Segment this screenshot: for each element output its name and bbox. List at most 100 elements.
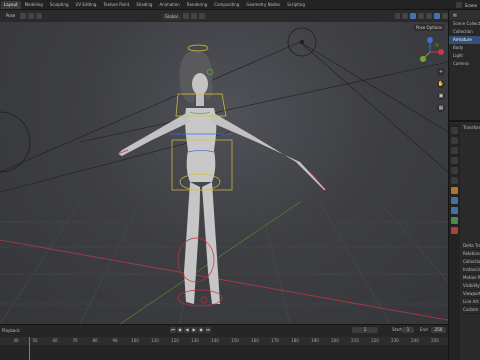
tool-tab-icon[interactable] bbox=[451, 127, 458, 134]
jump-end-icon[interactable]: ⏭ bbox=[205, 327, 211, 333]
outliner-row[interactable]: Camera bbox=[449, 60, 480, 68]
render-tab-icon[interactable] bbox=[451, 137, 458, 144]
tab-texture-paint[interactable]: Texture Paint bbox=[100, 1, 132, 9]
next-keyframe-icon[interactable]: ◆ bbox=[198, 327, 204, 333]
section-motion-paths[interactable]: Motion Paths bbox=[461, 274, 480, 282]
scene-label[interactable]: Scene bbox=[465, 3, 477, 8]
outliner-row[interactable]: Armature bbox=[449, 36, 480, 44]
tab-sculpting[interactable]: Sculpting bbox=[47, 1, 72, 9]
xray-icon[interactable] bbox=[418, 13, 425, 19]
object-tab-icon[interactable] bbox=[451, 187, 458, 194]
world-tab-icon[interactable] bbox=[451, 177, 458, 184]
scene-render bbox=[0, 27, 448, 324]
transform-orientation-select[interactable]: Global bbox=[162, 12, 181, 20]
view-layer-tab-icon[interactable] bbox=[451, 157, 458, 164]
overlay-toggle-icon[interactable] bbox=[410, 13, 417, 19]
keyframe-track[interactable] bbox=[0, 345, 448, 360]
ruler-tick: 120 bbox=[171, 338, 179, 343]
pan-hand-icon[interactable]: ✋ bbox=[437, 80, 445, 88]
start-frame-field[interactable]: 1 bbox=[402, 327, 414, 333]
ortho-toggle-icon[interactable]: ▦ bbox=[437, 104, 445, 112]
jump-start-icon[interactable]: ⏮ bbox=[170, 327, 176, 333]
physics-tab-icon[interactable] bbox=[451, 207, 458, 214]
ruler-tick: 160 bbox=[251, 338, 259, 343]
timeline[interactable]: Playback ⏮ ◆ ◀ ▶ ◆ ⏭ 1 Start 1 End 250 4… bbox=[0, 324, 448, 360]
ruler-tick: 220 bbox=[371, 338, 379, 343]
ruler-tick: 250 bbox=[431, 338, 439, 343]
tab-geometry-nodes[interactable]: Geometry Nodes bbox=[243, 1, 283, 9]
outliner-row[interactable]: Scene Collection bbox=[449, 20, 480, 28]
proportional-edit-icon[interactable] bbox=[198, 13, 205, 19]
pivot-icon[interactable] bbox=[182, 13, 189, 19]
playhead[interactable] bbox=[29, 337, 30, 360]
section-visibility[interactable]: Visibility bbox=[461, 282, 480, 290]
interaction-mode-select[interactable]: Pose bbox=[3, 12, 18, 20]
workspace-tabs-bar: Layout Modeling Sculpting UV Editing Tex… bbox=[0, 0, 480, 10]
section-line-art[interactable]: Line Art bbox=[461, 298, 480, 306]
data-tab-icon[interactable] bbox=[451, 217, 458, 224]
tab-modeling[interactable]: Modeling bbox=[22, 1, 46, 9]
light-center bbox=[300, 40, 304, 44]
playback-menu[interactable]: Playback bbox=[2, 328, 20, 333]
section-viewport-display[interactable]: Viewport Display bbox=[461, 290, 480, 298]
outliner-row[interactable]: Collection bbox=[449, 28, 480, 36]
shading-solid-icon[interactable] bbox=[426, 13, 433, 19]
end-frame-field[interactable]: 250 bbox=[431, 327, 446, 333]
scene-icon[interactable] bbox=[455, 2, 462, 8]
ruler-tick: 210 bbox=[351, 338, 359, 343]
prev-keyframe-icon[interactable]: ◆ bbox=[177, 327, 183, 333]
tab-layout[interactable]: Layout bbox=[1, 0, 21, 9]
outliner-row[interactable]: Light bbox=[449, 52, 480, 60]
modifier-tab-icon[interactable] bbox=[451, 197, 458, 204]
camera-view-icon[interactable]: ▣ bbox=[437, 92, 445, 100]
x-axis-line bbox=[0, 239, 448, 321]
character-figure[interactable] bbox=[118, 50, 326, 304]
properties-editor[interactable]: Transform Delta Transform Relations Coll… bbox=[449, 124, 480, 360]
tab-compositing[interactable]: Compositing bbox=[211, 1, 242, 9]
select-menu-icon[interactable] bbox=[28, 13, 35, 19]
section-delta-transform[interactable]: Delta Transform bbox=[461, 242, 480, 250]
ruler-tick: 200 bbox=[331, 338, 339, 343]
ik-controls-overlay[interactable] bbox=[117, 149, 327, 307]
ruler-tick: 60 bbox=[52, 338, 58, 343]
pose-menu-icon[interactable] bbox=[36, 13, 43, 19]
section-transform[interactable]: Transform bbox=[461, 124, 480, 132]
tab-shading[interactable]: Shading bbox=[133, 1, 155, 9]
pose-options-dropdown[interactable]: Pose Options bbox=[414, 24, 444, 31]
3d-viewport[interactable]: Pose Options + ✋ ▣ ▦ bbox=[0, 22, 448, 324]
snap-icon[interactable] bbox=[190, 13, 197, 19]
view-menu-icon[interactable] bbox=[20, 13, 27, 19]
tab-uv-editing[interactable]: UV Editing bbox=[73, 1, 100, 9]
tab-animation[interactable]: Animation bbox=[156, 1, 182, 9]
section-custom-properties[interactable]: Custom Properties bbox=[461, 306, 480, 314]
play-icon[interactable]: ▶ bbox=[191, 327, 197, 333]
ruler-tick: 130 bbox=[191, 338, 199, 343]
section-collections[interactable]: Collections bbox=[461, 258, 480, 266]
section-relations[interactable]: Relations bbox=[461, 250, 480, 258]
ruler-tick: 180 bbox=[291, 338, 299, 343]
section-instancing[interactable]: Instancing bbox=[461, 266, 480, 274]
properties-tabs bbox=[449, 124, 460, 360]
navigation-gizmo[interactable] bbox=[418, 37, 444, 65]
visibility-icon[interactable] bbox=[394, 13, 401, 19]
transform-fields bbox=[461, 132, 480, 242]
scene-tab-icon[interactable] bbox=[451, 167, 458, 174]
ruler-tick: 110 bbox=[151, 338, 159, 343]
zoom-icon[interactable]: + bbox=[437, 68, 445, 76]
tab-rendering[interactable]: Rendering bbox=[184, 1, 210, 9]
ruler-tick: 40 bbox=[13, 338, 19, 343]
shading-material-icon[interactable] bbox=[434, 13, 441, 19]
ruler-tick: 70 bbox=[72, 338, 78, 343]
material-tab-icon[interactable] bbox=[451, 227, 458, 234]
output-tab-icon[interactable] bbox=[451, 147, 458, 154]
gizmo-toggle-icon[interactable] bbox=[402, 13, 409, 19]
camera-lines bbox=[0, 41, 448, 193]
play-reverse-icon[interactable]: ◀ bbox=[184, 327, 190, 333]
outliner-row[interactable]: Body bbox=[449, 44, 480, 52]
outliner[interactable]: ▤ Scene Collection Collection Armature B… bbox=[449, 10, 480, 122]
tab-scripting[interactable]: Scripting bbox=[284, 1, 308, 9]
ruler-tick: 80 bbox=[92, 338, 98, 343]
current-frame-field[interactable]: 1 bbox=[352, 327, 378, 333]
playback-controls: ⏮ ◆ ◀ ▶ ◆ ⏭ bbox=[170, 327, 211, 333]
timeline-ruler[interactable]: 40 50 60 70 80 90 100 110 120 130 140 15… bbox=[0, 337, 448, 345]
